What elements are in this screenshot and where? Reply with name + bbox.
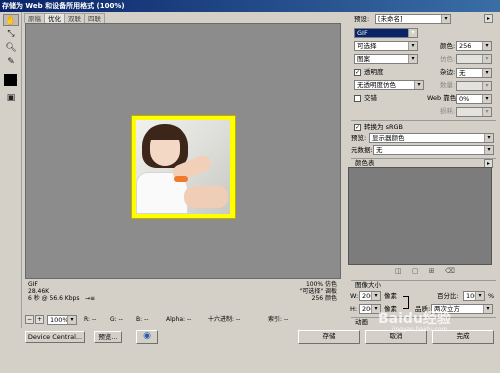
lock-icon[interactable]: ▢: [412, 267, 419, 275]
save-button[interactable]: 存储: [298, 330, 360, 344]
preset-select[interactable]: [未命名]: [375, 14, 451, 24]
readout-g: G: --: [110, 316, 123, 323]
transparency-dither-select[interactable]: 无透明度仿色: [354, 80, 424, 90]
lossy-label: 损耗:: [440, 107, 456, 115]
download-menu-icon[interactable]: →≡: [85, 295, 95, 303]
image-size-title: 图像大小: [355, 281, 381, 289]
toolbox: ✋ ⤡ 🔍︎ ✎ ▣: [0, 12, 22, 342]
browser-select-button[interactable]: ◉: [136, 330, 158, 344]
view-tabs: 原稿 优化 双联 四联: [24, 13, 342, 23]
dither-label: 仿色:: [440, 55, 456, 63]
matte-select[interactable]: 无: [456, 68, 492, 78]
device-central-button[interactable]: Device Central...: [25, 331, 85, 343]
eyedropper-icon[interactable]: ✎: [3, 56, 19, 68]
color-table-toolbar: ◫ ▢ ⊞ ⌫: [395, 267, 475, 277]
metadata-label: 元数据:: [351, 146, 373, 154]
convert-srgb-label: 转换为 sRGB: [364, 123, 403, 131]
bottom-bar: Device Central... 预览... ◉ 存储 取消 完成: [0, 328, 500, 373]
convert-srgb-checkbox[interactable]: ✓: [354, 124, 361, 131]
preview-image[interactable]: [136, 120, 230, 214]
amount-label: 数量:: [440, 81, 456, 89]
color-swatch[interactable]: [4, 74, 17, 86]
animation-title: 动画: [355, 318, 368, 326]
watermark-logo: Baidu经验: [378, 311, 451, 327]
preview-button[interactable]: 预览...: [94, 331, 122, 343]
metadata-select[interactable]: 无: [373, 145, 494, 155]
zoom-in-button[interactable]: +: [35, 315, 44, 324]
tab-4up[interactable]: 四联: [84, 13, 105, 23]
percent-unit: %: [488, 292, 495, 300]
color-reduction-select[interactable]: 可选择: [354, 41, 418, 51]
readout-r: R: --: [84, 316, 97, 323]
image-bracelet: [174, 176, 188, 182]
download-time-info: 6 秒 @ 56.6 Kbps: [28, 295, 80, 302]
readout-hex: 十六进制: --: [208, 316, 241, 323]
zoom-bar: − + 100% R: -- G: -- B: -- Alpha: -- 十六进…: [22, 313, 342, 326]
new-color-icon[interactable]: ⊞: [429, 267, 435, 275]
preset-label: 预设:: [354, 15, 370, 23]
optimization-info: GIF 28.46K 6 秒 @ 56.6 Kbps →≡ 100% 仿色 "可…: [25, 280, 341, 312]
percent-input[interactable]: 100: [463, 291, 485, 301]
interlaced-label: 交错: [364, 94, 377, 102]
readout-b: B: --: [136, 316, 149, 323]
transparency-checkbox[interactable]: ✓: [354, 69, 361, 76]
optimize-menu-icon[interactable]: ▸: [484, 14, 493, 23]
divider: [351, 120, 496, 121]
matte-label: 杂边:: [440, 68, 456, 76]
height-label: H:: [350, 305, 358, 313]
zoom-level-select[interactable]: 100%: [47, 315, 77, 325]
web-snap-select[interactable]: 0%: [456, 94, 492, 104]
zoom-out-button[interactable]: −: [25, 315, 34, 324]
web-snap-label: Web 靠色:: [427, 94, 459, 102]
dither-algorithm-select[interactable]: 图案: [354, 54, 418, 64]
image-legs: [184, 186, 228, 208]
width-label: W:: [350, 292, 359, 300]
transparency-label: 透明度: [364, 68, 384, 76]
color-table[interactable]: [348, 167, 492, 265]
dither-amount-field[interactable]: [456, 54, 492, 64]
image-bangs: [146, 126, 184, 140]
map-icon[interactable]: ◫: [395, 267, 402, 275]
slice-select-icon[interactable]: ⤡: [3, 28, 19, 40]
zoom-icon[interactable]: 🔍︎: [3, 42, 19, 54]
watermark-url: jingyan.baidu.com: [392, 326, 448, 333]
format-select[interactable]: GIF: [354, 28, 418, 38]
preview-label: 预览:: [351, 134, 367, 142]
amount-field[interactable]: [456, 81, 492, 91]
window-title-bar: 存储为 Web 和设备所用格式 (100%): [0, 0, 500, 12]
width-unit: 像素: [384, 292, 397, 300]
window-title: 存储为 Web 和设备所用格式 (100%): [2, 2, 125, 10]
colors-label: 颜色:: [440, 42, 456, 50]
tab-2up[interactable]: 双联: [64, 13, 85, 23]
tab-optimized[interactable]: 优化: [44, 13, 65, 23]
width-input[interactable]: 200: [359, 291, 381, 301]
colors-info: 256 颜色: [311, 295, 337, 302]
trash-icon[interactable]: ⌫: [445, 267, 455, 275]
tab-original[interactable]: 原稿: [24, 13, 45, 23]
readout-index: 索引: --: [268, 316, 289, 323]
toggle-slices-icon[interactable]: ▣: [3, 92, 19, 104]
preview-select[interactable]: 显示器颜色: [369, 133, 494, 143]
hand-tool-icon[interactable]: ✋: [3, 14, 19, 26]
readout-alpha: Alpha: --: [166, 316, 192, 323]
lossy-field[interactable]: [456, 107, 492, 117]
interlaced-checkbox[interactable]: [354, 95, 361, 102]
colors-select[interactable]: 256: [456, 41, 492, 51]
browser-icon: ◉: [143, 331, 151, 341]
percent-label: 百分比:: [437, 292, 459, 300]
